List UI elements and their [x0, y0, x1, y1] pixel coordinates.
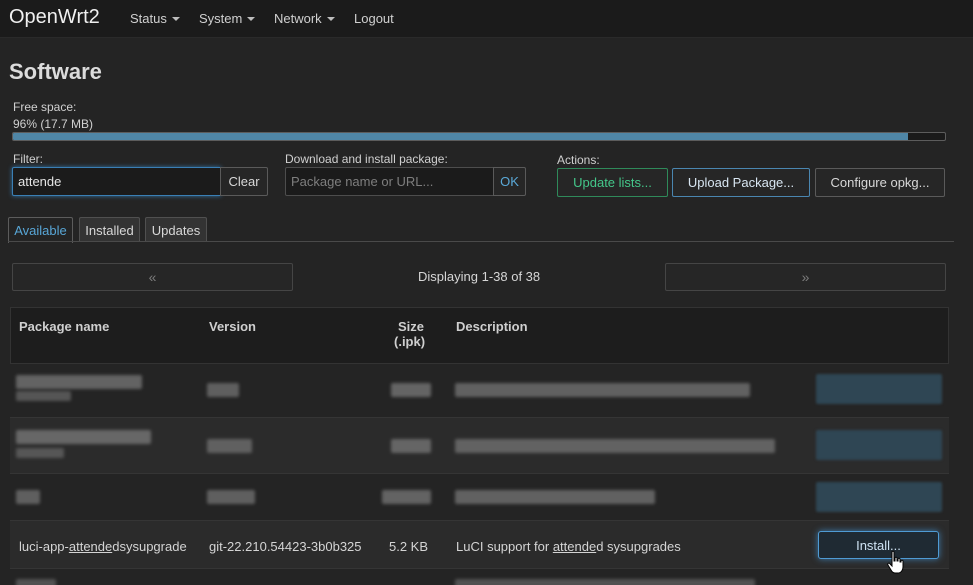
pager-status: Displaying 1-38 of 38 [418, 269, 541, 284]
free-space-progress [12, 132, 946, 141]
pager-prev-button[interactable]: « [12, 263, 293, 291]
col-description: Description [456, 319, 528, 334]
clear-button[interactable]: Clear [220, 167, 268, 196]
table-row [10, 364, 949, 418]
pager-next-button[interactable]: » [665, 263, 946, 291]
chevron-down-icon [247, 17, 256, 21]
upload-package-button[interactable]: Upload Package... [672, 168, 810, 197]
install-button[interactable]: Install... [818, 531, 939, 559]
redacted-name [16, 391, 71, 401]
table-row [10, 474, 949, 521]
col-package-name: Package name [19, 319, 110, 334]
download-label: Download and install package: [285, 152, 448, 166]
tab-updates[interactable]: Updates [145, 217, 207, 242]
chevron-down-icon [326, 17, 335, 21]
package-name: luci-app-attendedsysupgrade [19, 539, 187, 554]
package-size: 5.2 KB [389, 539, 429, 554]
redacted-description [455, 439, 775, 453]
hand-pointer-icon [887, 550, 904, 574]
free-space-label: Free space: [13, 100, 77, 114]
nav-system[interactable]: System [199, 11, 256, 26]
ok-button[interactable]: OK [493, 167, 526, 196]
redacted-name [16, 448, 64, 458]
free-space-value: 96% (17.7 MB) [13, 117, 94, 131]
redacted-install-button[interactable] [816, 374, 942, 404]
nav-network[interactable]: Network [274, 11, 335, 26]
redacted-description [455, 579, 755, 585]
col-size: Size (.ipk) [394, 319, 426, 349]
redacted-description [455, 383, 750, 397]
redacted-size [382, 490, 431, 504]
package-version: git-22.210.54423-3b0b325 [209, 539, 362, 554]
redacted-name [16, 579, 56, 585]
brand-logo[interactable]: OpenWrt2 [9, 6, 100, 29]
package-description: LuCI support for attended sysupgrades [456, 539, 681, 554]
tabs-divider [8, 241, 954, 242]
redacted-install-button[interactable] [816, 482, 942, 512]
table-row: luci-app-attendedsysupgrade git-22.210.5… [10, 521, 949, 569]
table-row [10, 418, 949, 474]
filter-input[interactable] [12, 167, 221, 196]
actions-label: Actions: [557, 153, 600, 167]
chevron-down-icon [171, 17, 180, 21]
redacted-size [391, 439, 431, 453]
page-title: Software [9, 59, 102, 84]
redacted-install-button[interactable] [816, 430, 942, 460]
filter-label: Filter: [13, 152, 43, 166]
redacted-version [207, 490, 255, 504]
redacted-description [455, 490, 655, 504]
nav-logout[interactable]: Logout [354, 11, 394, 26]
navbar: OpenWrt2 Status System Network Logout [0, 0, 973, 38]
redacted-version [207, 383, 239, 397]
nav-status[interactable]: Status [130, 11, 180, 26]
table-header: Package name Version Size (.ipk) Descrip… [10, 307, 949, 364]
redacted-name [16, 430, 151, 444]
redacted-name [16, 490, 40, 504]
tab-available[interactable]: Available [8, 217, 73, 243]
configure-opkg-button[interactable]: Configure opkg... [815, 168, 945, 197]
redacted-version [207, 439, 252, 453]
free-space-progress-fill [13, 133, 908, 140]
update-lists-button[interactable]: Update lists... [557, 168, 668, 197]
col-version: Version [209, 319, 256, 334]
redacted-size [391, 383, 431, 397]
redacted-name [16, 375, 142, 389]
table-row [10, 569, 949, 585]
tab-installed[interactable]: Installed [79, 217, 140, 242]
package-url-input[interactable] [285, 167, 494, 196]
